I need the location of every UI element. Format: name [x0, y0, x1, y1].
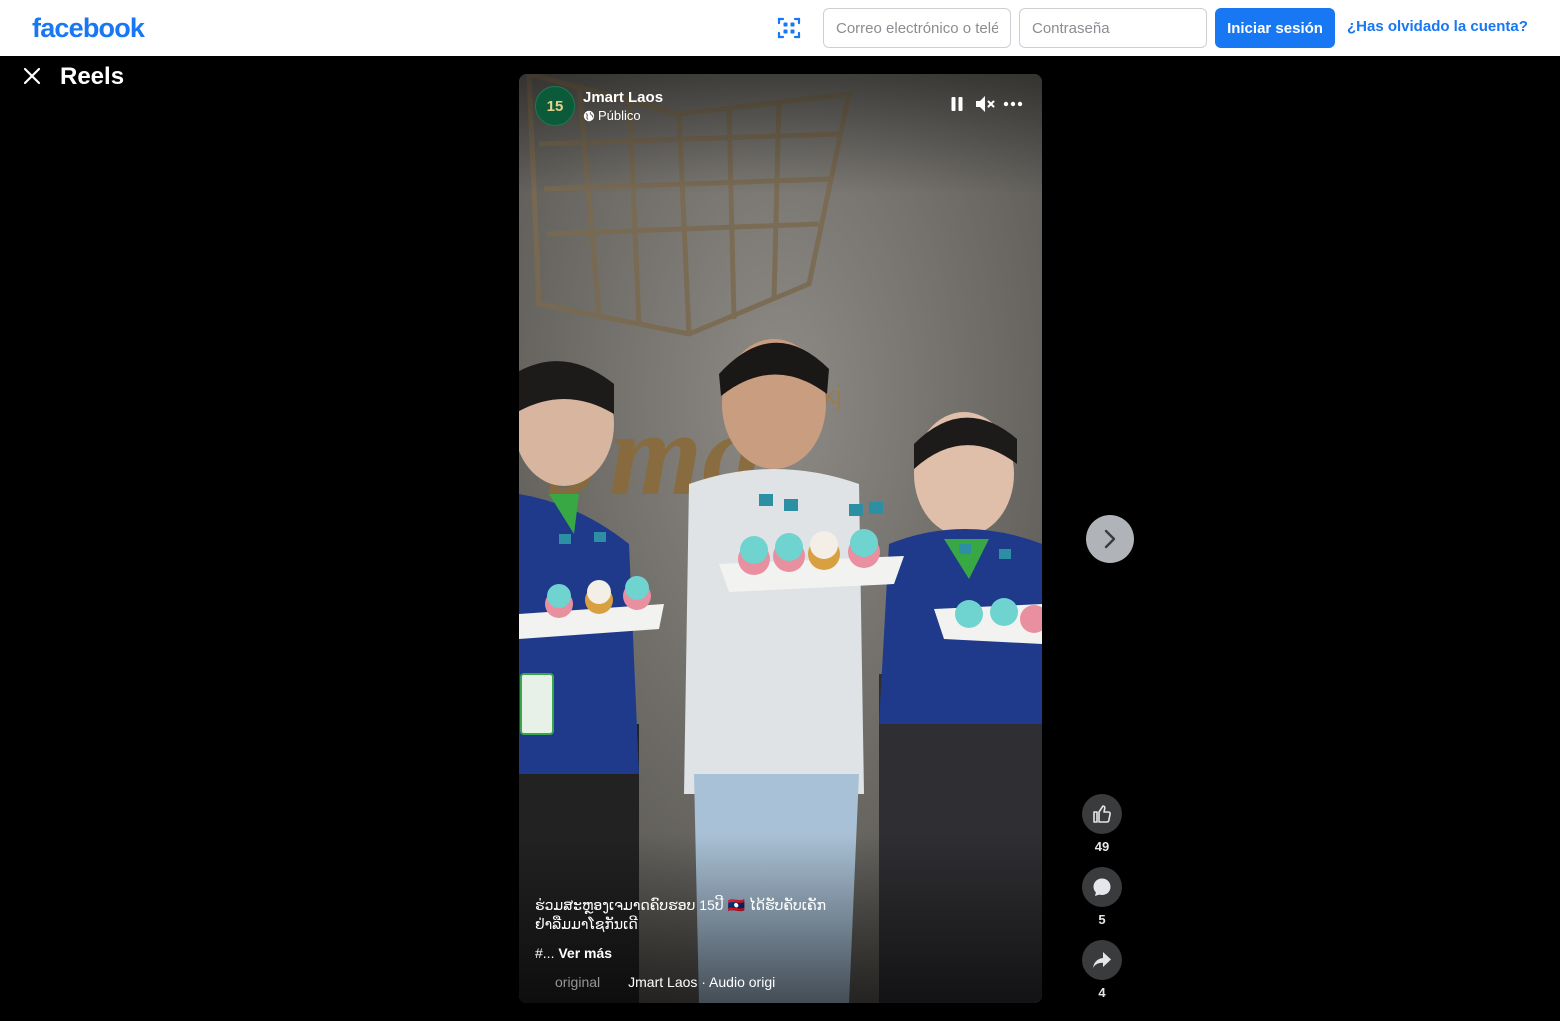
close-icon: [23, 67, 41, 85]
mute-button[interactable]: [973, 92, 997, 116]
more-horizontal-icon: [1003, 101, 1023, 107]
close-button[interactable]: [16, 60, 48, 92]
forgot-account-link[interactable]: ¿Has olvidado la cuenta?: [1347, 17, 1528, 37]
login-button[interactable]: Iniciar sesión: [1215, 8, 1335, 48]
comment-button[interactable]: [1082, 867, 1122, 907]
comment-bubble-icon: [1093, 878, 1111, 896]
pause-icon: [951, 97, 963, 111]
privacy-label: Público: [598, 108, 641, 123]
like-count: 49: [1094, 839, 1110, 854]
reel-video[interactable]: Jma Jckj: [519, 74, 1042, 1003]
page-title: Reels: [60, 63, 125, 90]
post-tags: #... Ver más: [535, 943, 612, 963]
post-caption: ຮ່ວມສະຫຼອງເຈມາດຄົບຮອບ 15ປີ 🇱🇦 ໄດ້ຮັບຄັບເ…: [535, 897, 827, 932]
email-field[interactable]: [823, 8, 1011, 48]
thumbs-up-icon: [1093, 805, 1111, 823]
share-button[interactable]: [1082, 940, 1122, 980]
audio-label: Jmart Laos · Audio original: [628, 974, 775, 990]
more-options-button[interactable]: [1001, 92, 1025, 116]
qr-scan-button[interactable]: [772, 12, 806, 44]
page-name-link[interactable]: Jmart Laos: [583, 89, 663, 107]
globe-icon: [583, 110, 595, 122]
top-navigation-bar: facebook Iniciar sesión ¿Has olvidado la…: [0, 0, 1560, 56]
like-button[interactable]: [1082, 794, 1122, 834]
privacy-indicator: Público: [583, 108, 641, 124]
muted-speaker-icon: [976, 96, 995, 112]
see-more-link[interactable]: Ver más: [558, 945, 612, 961]
qr-scan-icon: [777, 17, 801, 39]
audio-label-faded: original: [555, 974, 601, 990]
password-field[interactable]: [1019, 8, 1207, 48]
facebook-logo[interactable]: facebook: [32, 12, 145, 44]
avatar[interactable]: 15: [535, 86, 575, 126]
share-arrow-icon: [1093, 952, 1111, 968]
share-count: 4: [1098, 985, 1106, 1000]
pause-button[interactable]: [945, 92, 969, 116]
audio-info[interactable]: original Jmart Laos · Audio original: [535, 972, 775, 992]
next-reel-button[interactable]: [1086, 515, 1134, 563]
tags-prefix: #...: [535, 945, 555, 961]
chevron-right-icon: [1104, 529, 1116, 549]
comment-count: 5: [1098, 912, 1106, 927]
